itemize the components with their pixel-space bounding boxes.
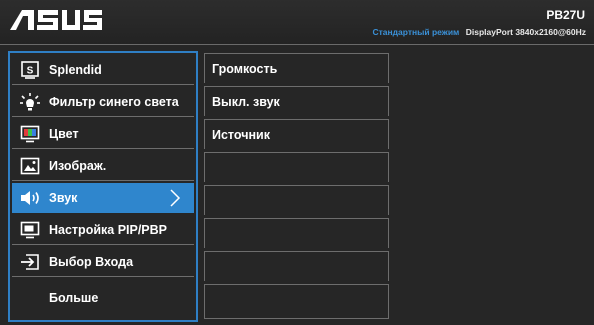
menu-item-image[interactable]: Изображ. xyxy=(12,151,194,181)
input-info: DisplayPort 3840x2160@60Hz xyxy=(465,27,586,37)
submenu-item-source[interactable]: Источник xyxy=(204,119,389,149)
model-name: PB27U xyxy=(546,8,585,22)
menu-item-label: Выбор Входа xyxy=(49,254,134,269)
main-menu: S Splendid Фильтр синего света Цвет Изоб… xyxy=(8,51,198,322)
submenu-item-volume[interactable]: Громкость xyxy=(204,53,389,83)
submenu-item-empty xyxy=(204,251,389,281)
osd-menu: PB27U Стандартный режим DisplayPort 3840… xyxy=(0,0,594,325)
chevron-right-icon xyxy=(166,188,184,208)
color-icon xyxy=(19,124,41,144)
submenu-item-empty xyxy=(204,284,389,319)
submenu-item-empty xyxy=(204,152,389,182)
menu-item-splendid[interactable]: S Splendid xyxy=(12,55,194,85)
menu-item-label: Настройка PIP/PBP xyxy=(49,222,168,237)
input-select-icon xyxy=(19,252,41,272)
submenu-item-empty xyxy=(204,218,389,248)
svg-text:S: S xyxy=(27,65,34,76)
splendid-icon: S xyxy=(19,60,41,80)
menu-item-bluelight-filter[interactable]: Фильтр синего света xyxy=(12,87,194,117)
menu-item-input-select[interactable]: Выбор Входа xyxy=(12,247,194,277)
menu-item-pip-pbp[interactable]: Настройка PIP/PBP xyxy=(12,215,194,245)
menu-item-label: Цвет xyxy=(49,126,79,141)
speaker-icon xyxy=(19,188,41,208)
more-spacer xyxy=(19,288,41,308)
status-line: Стандартный режим DisplayPort 3840x2160@… xyxy=(372,27,586,37)
menu-item-label: Больше xyxy=(49,290,99,305)
osd-header: PB27U Стандартный режим DisplayPort 3840… xyxy=(0,0,594,44)
bluelight-filter-icon xyxy=(19,92,41,112)
header-divider xyxy=(0,44,594,45)
pip-icon xyxy=(19,220,41,240)
menu-item-sound[interactable]: Звук xyxy=(12,183,194,213)
menu-item-more[interactable]: Больше xyxy=(12,279,194,316)
menu-item-label: Звук xyxy=(49,190,78,205)
submenu-item-mute[interactable]: Выкл. звук xyxy=(204,86,389,116)
asus-logo xyxy=(10,10,102,30)
sound-submenu: Громкость Выкл. звук Источник xyxy=(204,53,389,320)
submenu-item-empty xyxy=(204,185,389,215)
menu-item-label: Фильтр синего света xyxy=(49,94,179,109)
mode-indicator: Стандартный режим xyxy=(372,27,460,37)
image-icon xyxy=(19,156,41,176)
menu-item-label: Изображ. xyxy=(49,158,107,173)
menu-item-color[interactable]: Цвет xyxy=(12,119,194,149)
menu-item-label: Splendid xyxy=(49,62,102,77)
